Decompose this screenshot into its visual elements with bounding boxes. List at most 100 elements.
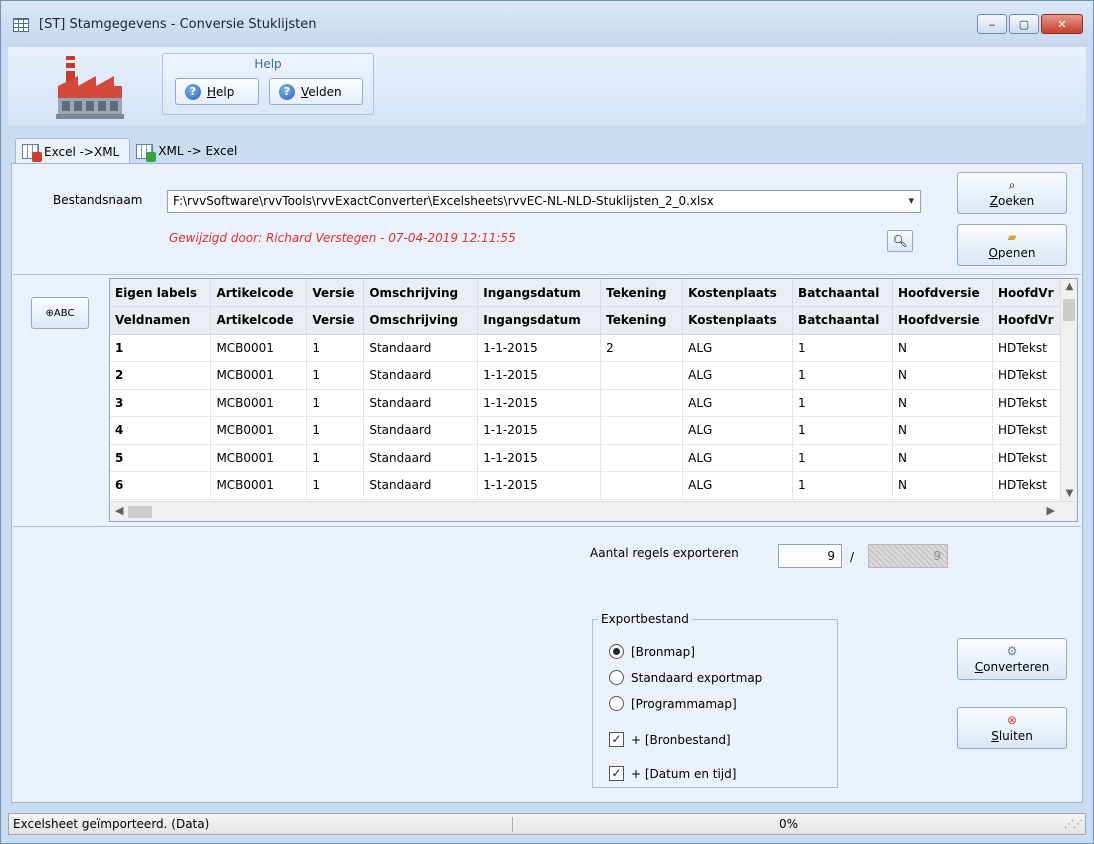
column-header[interactable]: Ingangsdatum — [477, 279, 602, 307]
velden-button[interactable]: ? Velden — [269, 78, 363, 105]
column-header[interactable]: Hoofdversie — [892, 279, 993, 307]
row-number[interactable]: 4 — [110, 416, 212, 445]
grid-cell[interactable]: 1 — [792, 334, 893, 362]
grid-cell[interactable]: 1-1-2015 — [477, 389, 602, 417]
column-header[interactable]: Tekening — [600, 279, 684, 307]
table-row[interactable]: 6 MCB0001 1 Standaard 1-1-2015 ALG 1 N HDTekst — [110, 471, 1061, 500]
field-header[interactable]: Kostenplaats — [682, 306, 794, 335]
grid-cell[interactable]: Standaard — [363, 444, 479, 472]
grid-cell[interactable]: 1 — [792, 389, 893, 417]
scroll-thumb[interactable] — [128, 506, 152, 518]
column-header[interactable]: Artikelcode — [210, 279, 308, 307]
grid-cell[interactable]: ALG — [682, 334, 794, 362]
grid-cell[interactable]: N — [892, 361, 993, 390]
row-number[interactable]: 3 — [110, 389, 212, 417]
grid-cell[interactable]: 1 — [792, 416, 893, 445]
grid-cell[interactable]: MCB0001 — [210, 361, 308, 390]
table-row[interactable]: 3 MCB0001 1 Standaard 1-1-2015 ALG 1 N HDTekst — [110, 389, 1061, 417]
row-number[interactable]: 5 — [110, 444, 212, 472]
column-header[interactable]: Omschrijving — [363, 279, 479, 307]
sluiten-button[interactable]: ⊗ Sluiten — [957, 707, 1067, 749]
grid-cell[interactable]: Standaard — [363, 361, 479, 390]
grid-cell[interactable]: 1 — [792, 361, 893, 390]
scroll-thumb[interactable] — [1063, 299, 1075, 321]
radio-programmamap[interactable]: [Programmamap] — [609, 696, 737, 711]
table-row[interactable]: 2 MCB0001 1 Standaard 1-1-2015 ALG 1 N HDTekst — [110, 361, 1061, 390]
check-datum-tijd[interactable]: ✓ + [Datum en tijd] — [609, 766, 736, 781]
grid-cell[interactable]: N — [892, 471, 993, 500]
grid-cell[interactable]: ALG — [682, 444, 794, 472]
grid-cell[interactable]: Standaard — [363, 471, 479, 500]
field-labels-button[interactable]: ⊕ABC — [31, 297, 89, 329]
close-button[interactable]: ✕ — [1041, 14, 1083, 34]
radio-icon[interactable] — [609, 670, 624, 685]
radio-selected-icon[interactable] — [609, 644, 624, 659]
scroll-left-icon[interactable]: ◀ — [115, 504, 123, 517]
field-header[interactable]: Veldnamen — [110, 306, 212, 335]
grid-cell[interactable]: 1 — [792, 471, 893, 500]
export-count-input[interactable]: 9 — [778, 544, 842, 568]
grid-cell[interactable]: HDTekst — [992, 416, 1061, 445]
table-row[interactable]: 4 MCB0001 1 Standaard 1-1-2015 ALG 1 N HDTekst — [110, 416, 1061, 445]
column-header[interactable]: Versie — [306, 279, 365, 307]
grid-cell[interactable]: 1-1-2015 — [477, 444, 602, 472]
scroll-down-icon[interactable]: ▼ — [1061, 488, 1077, 499]
row-number[interactable]: 6 — [110, 471, 212, 500]
checkmark-icon[interactable]: ✓ — [609, 766, 624, 781]
grid-cell[interactable] — [600, 361, 684, 390]
field-header[interactable]: Artikelcode — [210, 306, 308, 335]
grid-cell[interactable]: 1 — [306, 334, 365, 362]
preview-button[interactable]: 🔍︎ — [887, 230, 913, 252]
grid-cell[interactable]: Standaard — [363, 334, 479, 362]
grid-cell[interactable]: 1-1-2015 — [477, 361, 602, 390]
row-number[interactable]: 2 — [110, 361, 212, 390]
grid-cell[interactable]: Standaard — [363, 389, 479, 417]
checkmark-icon[interactable]: ✓ — [609, 732, 624, 747]
grid-cell[interactable]: MCB0001 — [210, 416, 308, 445]
column-header[interactable]: Kostenplaats — [682, 279, 794, 307]
field-header[interactable]: Versie — [306, 306, 365, 335]
grid-cell[interactable]: N — [892, 416, 993, 445]
grid-cell[interactable]: MCB0001 — [210, 334, 308, 362]
scroll-up-icon[interactable]: ▲ — [1061, 281, 1077, 292]
grid-cell[interactable]: MCB0001 — [210, 389, 308, 417]
grid-cell[interactable]: HDTekst — [992, 361, 1061, 390]
chevron-down-icon[interactable]: ▾ — [908, 194, 914, 207]
tab-xml-to-excel[interactable]: XML -> Excel — [130, 138, 247, 164]
column-header[interactable]: Batchaantal — [792, 279, 893, 307]
grid-cell[interactable]: Standaard — [363, 416, 479, 445]
grid-cell[interactable]: ALG — [682, 361, 794, 390]
grid-cell[interactable]: 1 — [792, 444, 893, 472]
vertical-scrollbar[interactable]: ▲ ▼ — [1060, 279, 1077, 501]
grid-cell[interactable]: 1 — [306, 444, 365, 472]
grid-cell[interactable]: HDTekst — [992, 389, 1061, 417]
grid-cell[interactable]: 1 — [306, 471, 365, 500]
grid-cell[interactable]: 1 — [306, 389, 365, 417]
grid-cell[interactable]: 1-1-2015 — [477, 471, 602, 500]
column-header[interactable]: HoofdVr — [992, 279, 1061, 307]
grid-cell[interactable]: HDTekst — [992, 444, 1061, 472]
check-bronbestand[interactable]: ✓ + [Bronbestand] — [609, 732, 731, 747]
zoeken-button[interactable]: ⌕ Zoeken — [957, 172, 1067, 214]
radio-bronmap[interactable]: [Bronmap] — [609, 644, 695, 659]
field-header[interactable]: Ingangsdatum — [477, 306, 602, 335]
scroll-right-icon[interactable]: ▶ — [1047, 504, 1055, 517]
field-header[interactable]: Batchaantal — [792, 306, 893, 335]
grid-cell[interactable]: 1 — [306, 416, 365, 445]
horizontal-scrollbar[interactable]: ◀ ▶ — [110, 501, 1077, 521]
field-header[interactable]: Hoofdversie — [892, 306, 993, 335]
openen-button[interactable]: ▰ Openen — [957, 224, 1067, 266]
grid-cell[interactable]: ALG — [682, 471, 794, 500]
grid-cell[interactable]: 2 — [600, 334, 684, 362]
grid-cell[interactable] — [600, 416, 684, 445]
grid-cell[interactable]: ALG — [682, 389, 794, 417]
row-number[interactable]: 1 — [110, 334, 212, 362]
grid-cell[interactable]: 1 — [306, 361, 365, 390]
data-grid[interactable]: Eigen labels Artikelcode Versie Omschrij… — [109, 278, 1078, 522]
radio-icon[interactable] — [609, 696, 624, 711]
column-header[interactable]: Eigen labels — [110, 279, 212, 307]
tab-excel-to-xml[interactable]: Excel ->XML — [15, 138, 131, 164]
grid-cell[interactable]: 1-1-2015 — [477, 416, 602, 445]
grid-cell[interactable] — [600, 471, 684, 500]
grid-cell[interactable]: 1-1-2015 — [477, 334, 602, 362]
